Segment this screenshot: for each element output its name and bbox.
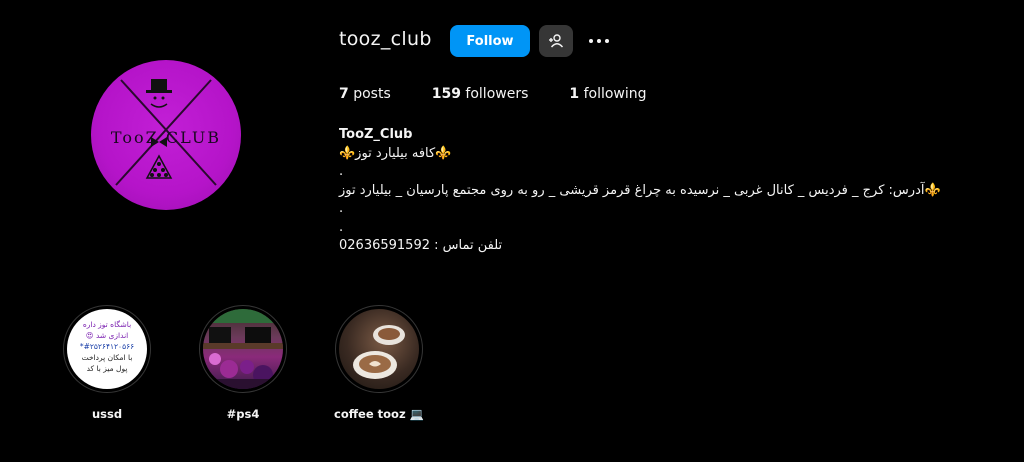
avatar-wordmark: TooZ CLUB	[110, 128, 222, 147]
cover-line: #۲۵۲۶۴۱۲۰۵۶۶*	[79, 342, 135, 351]
posts-stat: 7 posts	[339, 86, 391, 102]
highlight-cover: باشگاه توز داره اندازی شد 😍 #۲۵۲۶۴۱۲۰۵۶۶…	[67, 309, 147, 389]
bio-address: ⚜️آدرس: کرج _ فردیس _ کانال غربی _ نرسید…	[339, 182, 941, 198]
bio-line: .	[339, 164, 344, 179]
profile-bio: TooZ_Club ⚜️کافه بیلیارد توز⚜️ . ⚜️آدرس:…	[339, 126, 979, 256]
bio-phone: تلفن تماس : 02636591592	[339, 238, 503, 253]
highlight-ring	[199, 305, 287, 393]
bio-line: .	[339, 219, 344, 235]
highlight-label: ussd	[91, 407, 123, 421]
bio-name: TooZ_Club	[339, 127, 413, 142]
followers-label: followers	[465, 86, 529, 102]
profile-avatar[interactable]: TooZ CLUB	[91, 60, 241, 210]
more-options-button[interactable]	[584, 29, 614, 53]
follow-button[interactable]: Follow	[450, 25, 530, 57]
profile-page: TooZ CLUB tooz_club Follow 7 posts 159 f…	[0, 0, 1024, 462]
gaming-room-image-icon	[203, 309, 283, 389]
highlight-item[interactable]: باشگاه توز داره اندازی شد 😍 #۲۵۲۶۴۱۲۰۵۶۶…	[61, 305, 153, 421]
cover-line: باشگاه توز داره	[82, 320, 132, 329]
cover-line: با امکان پرداخت	[81, 353, 133, 362]
coffee-cup-image-icon	[353, 325, 405, 379]
posts-label: posts	[353, 86, 391, 102]
bio-line: .	[339, 201, 344, 216]
highlight-cover	[339, 309, 419, 389]
posts-count: 7	[339, 86, 349, 102]
highlight-item[interactable]: #ps4	[197, 305, 289, 421]
profile-stats: 7 posts 159 followers 1 following	[339, 86, 687, 102]
followers-stat[interactable]: 159 followers	[432, 86, 529, 102]
more-dots-icon	[589, 39, 609, 43]
add-person-icon	[549, 34, 564, 48]
highlight-cover-text: باشگاه توز داره اندازی شد 😍 #۲۵۲۶۴۱۲۰۵۶۶…	[67, 319, 147, 374]
highlight-ring: باشگاه توز داره اندازی شد 😍 #۲۵۲۶۴۱۲۰۵۶۶…	[63, 305, 151, 393]
suggested-accounts-button[interactable]	[539, 25, 573, 57]
highlight-cover	[203, 309, 283, 389]
followers-count: 159	[431, 86, 461, 102]
following-label: following	[583, 86, 647, 102]
highlight-label: coffee tooz 💻	[334, 407, 424, 421]
cover-line: پول میز با کد	[86, 364, 128, 373]
following-count: 1	[569, 86, 580, 102]
highlight-item[interactable]: coffee tooz 💻	[333, 305, 425, 421]
cover-line: اندازی شد 😍	[85, 331, 129, 340]
bio-line: ⚜️کافه بیلیارد توز⚜️	[339, 145, 452, 161]
profile-username: tooz_club	[339, 28, 432, 50]
highlight-ring	[335, 305, 423, 393]
following-stat[interactable]: 1 following	[569, 86, 646, 102]
highlight-label: #ps4	[226, 407, 260, 421]
